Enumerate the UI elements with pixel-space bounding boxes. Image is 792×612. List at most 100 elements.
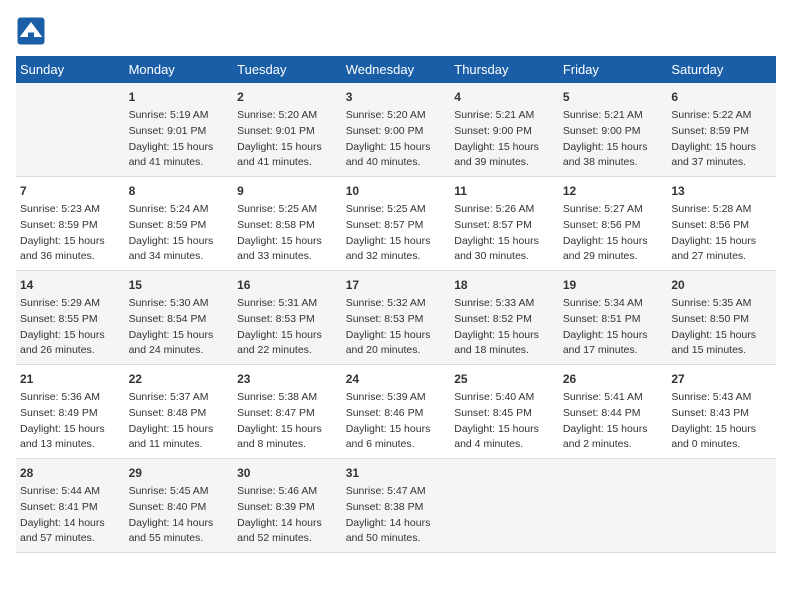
day-number: 17 [346, 276, 447, 294]
calendar-cell: 28 Sunrise: 5:44 AMSunset: 8:41 PMDayligh… [16, 459, 125, 553]
day-header: Saturday [667, 56, 776, 83]
calendar-cell [450, 459, 559, 553]
day-number: 22 [129, 370, 230, 388]
day-info: Sunrise: 5:34 AMSunset: 8:51 PMDaylight:… [563, 296, 664, 359]
calendar-cell: 25 Sunrise: 5:40 AMSunset: 8:45 PMDayligh… [450, 365, 559, 459]
day-header: Monday [125, 56, 234, 83]
calendar-cell: 5 Sunrise: 5:21 AMSunset: 9:00 PMDaylight… [559, 83, 668, 177]
logo-icon [16, 16, 46, 46]
day-info: Sunrise: 5:44 AMSunset: 8:41 PMDaylight:… [20, 484, 121, 547]
calendar-cell: 11 Sunrise: 5:26 AMSunset: 8:57 PMDayligh… [450, 177, 559, 271]
day-info: Sunrise: 5:29 AMSunset: 8:55 PMDaylight:… [20, 296, 121, 359]
calendar-cell: 30Sunrise: 5:46 AMSunset: 8:39 PMDayligh… [233, 459, 342, 553]
calendar-cell: 3Sunrise: 5:20 AMSunset: 9:00 PMDaylight… [342, 83, 451, 177]
day-number: 26 [563, 370, 664, 388]
day-number: 13 [671, 182, 772, 200]
day-header: Friday [559, 56, 668, 83]
calendar-cell: 15 Sunrise: 5:30 AMSunset: 8:54 PMDayligh… [125, 271, 234, 365]
calendar-cell: 20Sunrise: 5:35 AMSunset: 8:50 PMDayligh… [667, 271, 776, 365]
day-number: 23 [237, 370, 338, 388]
day-info: Sunrise: 5:43 AMSunset: 8:43 PMDaylight:… [671, 390, 772, 453]
calendar-cell: 13Sunrise: 5:28 AMSunset: 8:56 PMDayligh… [667, 177, 776, 271]
day-info: Sunrise: 5:33 AMSunset: 8:52 PMDaylight:… [454, 296, 555, 359]
calendar-body: 1 Sunrise: 5:19 AMSunset: 9:01 PMDaylight… [16, 83, 776, 553]
calendar-header: SundayMondayTuesdayWednesdayThursdayFrid… [16, 56, 776, 83]
day-number: 16 [237, 276, 338, 294]
day-info: Sunrise: 5:20 AMSunset: 9:00 PMDaylight:… [346, 108, 447, 171]
day-info: Sunrise: 5:45 AMSunset: 8:40 PMDaylight:… [129, 484, 230, 547]
day-number: 5 [563, 88, 664, 106]
day-number: 10 [346, 182, 447, 200]
day-info: Sunrise: 5:23 AMSunset: 8:59 PMDaylight:… [20, 202, 121, 265]
calendar-cell: 24 Sunrise: 5:39 AMSunset: 8:46 PMDayligh… [342, 365, 451, 459]
day-number: 8 [129, 182, 230, 200]
calendar-week-row: 7 Sunrise: 5:23 AMSunset: 8:59 PMDaylight… [16, 177, 776, 271]
day-number: 18 [454, 276, 555, 294]
day-number: 19 [563, 276, 664, 294]
day-info: Sunrise: 5:21 AMSunset: 9:00 PMDaylight:… [563, 108, 664, 171]
calendar-cell: 9 Sunrise: 5:25 AMSunset: 8:58 PMDaylight… [233, 177, 342, 271]
day-number: 7 [20, 182, 121, 200]
calendar-cell: 7 Sunrise: 5:23 AMSunset: 8:59 PMDaylight… [16, 177, 125, 271]
day-info: Sunrise: 5:31 AMSunset: 8:53 PMDaylight:… [237, 296, 338, 359]
day-number: 20 [671, 276, 772, 294]
calendar-cell: 1 Sunrise: 5:19 AMSunset: 9:01 PMDaylight… [125, 83, 234, 177]
calendar-cell: 2 Sunrise: 5:20 AMSunset: 9:01 PMDaylight… [233, 83, 342, 177]
day-info: Sunrise: 5:27 AMSunset: 8:56 PMDaylight:… [563, 202, 664, 265]
calendar-cell: 8 Sunrise: 5:24 AMSunset: 8:59 PMDaylight… [125, 177, 234, 271]
calendar-cell: 29 Sunrise: 5:45 AMSunset: 8:40 PMDayligh… [125, 459, 234, 553]
day-info: Sunrise: 5:36 AMSunset: 8:49 PMDaylight:… [20, 390, 121, 453]
day-info: Sunrise: 5:25 AMSunset: 8:58 PMDaylight:… [237, 202, 338, 265]
day-number: 4 [454, 88, 555, 106]
calendar-week-row: 21Sunrise: 5:36 AMSunset: 8:49 PMDayligh… [16, 365, 776, 459]
calendar-cell: 12 Sunrise: 5:27 AMSunset: 8:56 PMDayligh… [559, 177, 668, 271]
day-info: Sunrise: 5:32 AMSunset: 8:53 PMDaylight:… [346, 296, 447, 359]
calendar-cell [559, 459, 668, 553]
day-number: 11 [454, 182, 555, 200]
calendar-cell: 19 Sunrise: 5:34 AMSunset: 8:51 PMDayligh… [559, 271, 668, 365]
day-number: 24 [346, 370, 447, 388]
calendar-cell: 4Sunrise: 5:21 AMSunset: 9:00 PMDaylight… [450, 83, 559, 177]
day-info: Sunrise: 5:47 AMSunset: 8:38 PMDaylight:… [346, 484, 447, 547]
day-number: 28 [20, 464, 121, 482]
day-number: 14 [20, 276, 121, 294]
day-info: Sunrise: 5:39 AMSunset: 8:46 PMDaylight:… [346, 390, 447, 453]
calendar-cell: 10Sunrise: 5:25 AMSunset: 8:57 PMDayligh… [342, 177, 451, 271]
day-number: 29 [129, 464, 230, 482]
day-info: Sunrise: 5:19 AMSunset: 9:01 PMDaylight:… [129, 108, 230, 171]
day-info: Sunrise: 5:26 AMSunset: 8:57 PMDaylight:… [454, 202, 555, 265]
calendar-cell: 16 Sunrise: 5:31 AMSunset: 8:53 PMDayligh… [233, 271, 342, 365]
calendar-cell: 14 Sunrise: 5:29 AMSunset: 8:55 PMDayligh… [16, 271, 125, 365]
day-info: Sunrise: 5:20 AMSunset: 9:01 PMDaylight:… [237, 108, 338, 171]
logo [16, 16, 50, 46]
day-info: Sunrise: 5:38 AMSunset: 8:47 PMDaylight:… [237, 390, 338, 453]
day-number: 25 [454, 370, 555, 388]
calendar-cell [16, 83, 125, 177]
header [16, 16, 776, 46]
day-info: Sunrise: 5:22 AMSunset: 8:59 PMDaylight:… [671, 108, 772, 171]
calendar-cell: 26Sunrise: 5:41 AMSunset: 8:44 PMDayligh… [559, 365, 668, 459]
day-info: Sunrise: 5:37 AMSunset: 8:48 PMDaylight:… [129, 390, 230, 453]
day-number: 1 [129, 88, 230, 106]
day-number: 27 [671, 370, 772, 388]
day-number: 6 [671, 88, 772, 106]
calendar-cell: 17 Sunrise: 5:32 AMSunset: 8:53 PMDayligh… [342, 271, 451, 365]
day-number: 12 [563, 182, 664, 200]
calendar-cell [667, 459, 776, 553]
day-number: 9 [237, 182, 338, 200]
calendar-cell: 21Sunrise: 5:36 AMSunset: 8:49 PMDayligh… [16, 365, 125, 459]
calendar-cell: 18 Sunrise: 5:33 AMSunset: 8:52 PMDayligh… [450, 271, 559, 365]
day-info: Sunrise: 5:40 AMSunset: 8:45 PMDaylight:… [454, 390, 555, 453]
day-number: 2 [237, 88, 338, 106]
calendar-table: SundayMondayTuesdayWednesdayThursdayFrid… [16, 56, 776, 553]
day-info: Sunrise: 5:30 AMSunset: 8:54 PMDaylight:… [129, 296, 230, 359]
calendar-week-row: 1 Sunrise: 5:19 AMSunset: 9:01 PMDaylight… [16, 83, 776, 177]
day-info: Sunrise: 5:24 AMSunset: 8:59 PMDaylight:… [129, 202, 230, 265]
calendar-cell: 6 Sunrise: 5:22 AMSunset: 8:59 PMDaylight… [667, 83, 776, 177]
day-header: Wednesday [342, 56, 451, 83]
day-header: Tuesday [233, 56, 342, 83]
calendar-cell: 23 Sunrise: 5:38 AMSunset: 8:47 PMDayligh… [233, 365, 342, 459]
calendar-cell: 27 Sunrise: 5:43 AMSunset: 8:43 PMDayligh… [667, 365, 776, 459]
calendar-week-row: 14 Sunrise: 5:29 AMSunset: 8:55 PMDayligh… [16, 271, 776, 365]
day-number: 15 [129, 276, 230, 294]
